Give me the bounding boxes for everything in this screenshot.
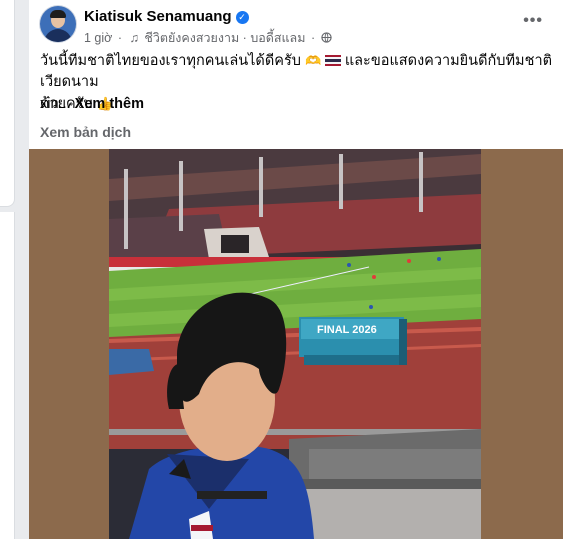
- expand-prefix: xin...: [40, 96, 71, 112]
- verified-badge-icon: ✓: [235, 11, 249, 24]
- meta-separator: ·: [117, 31, 123, 45]
- author-name-text[interactable]: Kiatisuk Senamuang: [84, 8, 232, 25]
- see-translation-link[interactable]: Xem bản dịch: [40, 124, 131, 140]
- sidebar-card-lower: [0, 212, 15, 539]
- post-meta: 1 giờ · ♫ ชีวิตยังคงสวยงาม · บอดี้สแลม ·: [84, 28, 332, 48]
- post-text-line1: วันนี้ทีมชาติไทยของเราทุกคนเล่นได้ดีครับ: [40, 53, 301, 69]
- banner-text: FINAL 2026: [317, 324, 377, 336]
- post-photo[interactable]: FINAL 2026: [109, 149, 481, 539]
- sidebar-card: [0, 0, 15, 207]
- see-more-row: xin... Xem thêm: [40, 96, 144, 112]
- feed-post: Kiatisuk Senamuang ✓ 1 giờ · ♫ ชีวิตยังคง…: [29, 0, 563, 539]
- stadium-photo: FINAL 2026: [109, 149, 481, 539]
- more-options-button[interactable]: •••: [523, 12, 543, 30]
- see-more-link[interactable]: Xem thêm: [75, 96, 144, 112]
- song-title[interactable]: ชีวิตยังคงสวยงาม · บอดี้สแลม: [144, 31, 305, 45]
- author-avatar[interactable]: [40, 6, 76, 42]
- handshake-emoji: 🫶: [304, 53, 322, 68]
- post-time[interactable]: 1 giờ: [84, 31, 112, 45]
- globe-icon[interactable]: [320, 31, 332, 45]
- author-name[interactable]: Kiatisuk Senamuang ✓: [84, 8, 249, 25]
- thai-flag-emoji: [325, 53, 345, 68]
- music-note-icon: ♫: [129, 31, 139, 45]
- meta-separator-2: ·: [310, 31, 316, 45]
